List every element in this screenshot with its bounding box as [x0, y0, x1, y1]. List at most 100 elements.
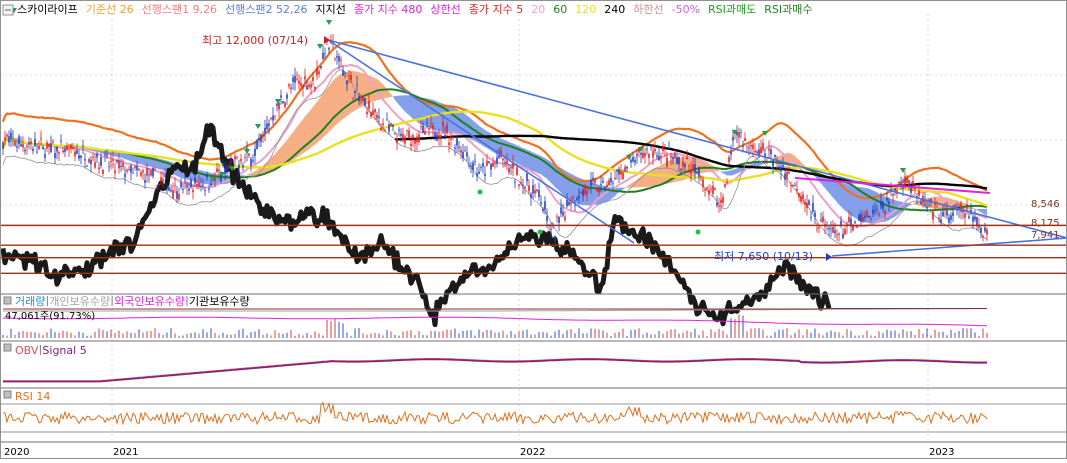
candle-body	[508, 168, 510, 172]
price-label: 8,546	[1031, 199, 1060, 210]
candle-body	[866, 211, 868, 217]
candle-body	[832, 227, 834, 233]
candle-body	[530, 194, 532, 197]
legend-item: 20	[531, 3, 545, 16]
candle-body	[630, 160, 632, 163]
cloud-segment	[337, 75, 339, 124]
candle-body	[434, 133, 436, 137]
candle-body	[26, 146, 28, 147]
cloud-segment	[827, 176, 829, 193]
cloud-segment	[451, 107, 453, 134]
cloud-segment	[373, 77, 375, 102]
candle-body	[148, 174, 150, 175]
candle-body	[572, 197, 574, 198]
cloud-segment	[733, 169, 735, 175]
candle-body	[516, 167, 518, 175]
candle-body	[62, 151, 64, 152]
cloud-segment	[729, 170, 731, 175]
candle-body	[42, 147, 44, 150]
candle-body	[654, 149, 656, 151]
cloud-segment	[651, 169, 653, 187]
candle-body	[152, 168, 154, 177]
candle-body	[556, 217, 558, 218]
chart-frame	[1, 1, 1067, 459]
candle-body	[388, 124, 390, 131]
cloud-segment	[553, 163, 555, 187]
candle-body	[118, 160, 120, 168]
candle-body	[402, 134, 404, 141]
candle-body	[72, 147, 74, 149]
stock-chart[interactable]: 최고 12,000 (07/14) 최저 7,650 (10/13) 8,546…	[0, 0, 1067, 459]
candle-body	[874, 210, 876, 211]
candle-body	[338, 56, 340, 61]
candle-body	[288, 85, 290, 87]
candle-body	[730, 152, 732, 155]
candle-body	[546, 216, 548, 221]
candle-body	[938, 218, 940, 220]
candle-body	[486, 161, 488, 166]
candle-body	[320, 66, 322, 68]
sub-legend-item: 거래량	[15, 295, 45, 308]
cloud-segment	[335, 77, 337, 126]
candle-body	[410, 144, 412, 146]
candle-body	[522, 185, 524, 187]
candle-body	[194, 178, 196, 184]
candle-body	[406, 130, 408, 131]
candle-body	[170, 190, 172, 191]
candle-body	[142, 171, 144, 173]
cloud-segment	[329, 83, 331, 132]
candle-body	[130, 165, 132, 172]
legend-item: 종가 지수 480	[354, 3, 422, 16]
candle-body	[536, 189, 538, 191]
candle-body	[808, 200, 810, 204]
candle-body	[560, 207, 562, 213]
candle-body	[642, 153, 644, 158]
cloud-segment	[799, 160, 801, 166]
candle-body	[668, 148, 670, 149]
candle-body	[44, 154, 46, 158]
candle-body	[686, 157, 688, 159]
candle-body	[12, 138, 14, 139]
candle-body	[772, 160, 774, 167]
candle-body	[210, 184, 212, 186]
cloud-segment	[979, 209, 981, 213]
candle-body	[814, 213, 816, 217]
candle-body	[188, 189, 190, 191]
candle-body	[8, 136, 10, 142]
candle-body	[222, 164, 224, 166]
candle-body	[584, 186, 586, 193]
candle-body	[920, 202, 922, 204]
candle-body	[614, 178, 616, 180]
candle-body	[538, 190, 540, 197]
candle-body	[356, 84, 358, 85]
candle-body	[558, 217, 560, 223]
candle-body	[904, 176, 906, 184]
candle-body	[868, 216, 870, 218]
cloud-segment	[461, 111, 463, 135]
candle-body	[398, 130, 400, 131]
candle-body	[306, 86, 308, 90]
candle-body	[162, 179, 164, 181]
candle-body	[266, 124, 268, 129]
candle-body	[276, 104, 278, 106]
candle-body	[394, 133, 396, 134]
candle-body	[414, 140, 416, 144]
candle-body	[848, 217, 850, 222]
legend-item: 선행스팬2 52,26	[225, 3, 307, 16]
cloud-segment	[721, 171, 723, 173]
candle-body	[166, 188, 168, 189]
candle-body	[482, 163, 484, 167]
cloud-segment	[663, 163, 665, 185]
signal-arrow	[275, 99, 281, 104]
cloud-segment	[411, 96, 413, 119]
candle-body	[534, 190, 536, 193]
candle-body	[742, 146, 744, 147]
candle-body	[38, 146, 40, 149]
candle-body	[766, 161, 768, 163]
candle-body	[28, 142, 30, 144]
candle-body	[710, 189, 712, 190]
candle-body	[678, 157, 680, 164]
candle-body	[982, 236, 984, 237]
candle-body	[498, 155, 500, 158]
candle-body	[324, 53, 326, 54]
